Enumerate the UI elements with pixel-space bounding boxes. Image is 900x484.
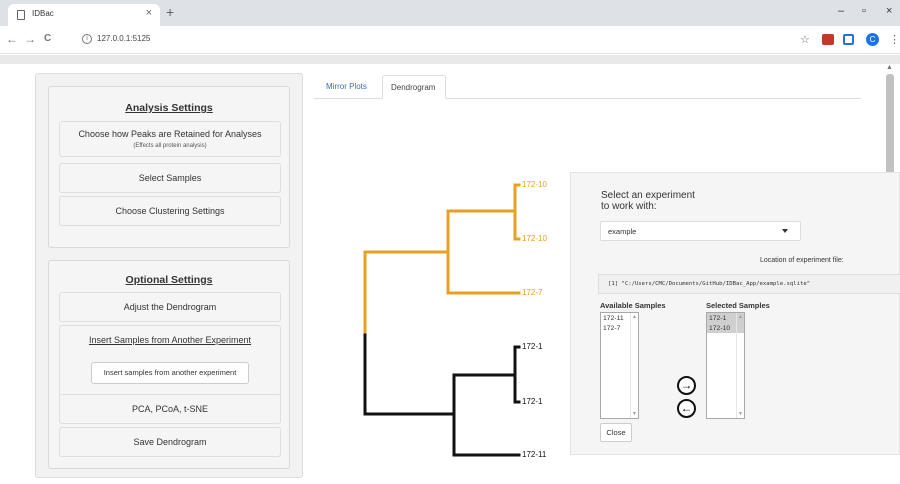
leaf-label: 172-7 (522, 288, 543, 297)
optional-settings-panel: Optional Settings Adjust the Dendrogram … (48, 260, 290, 469)
available-samples-label: Available Samples (600, 301, 666, 310)
selected-samples-list[interactable]: 172-1 172-10 ▲ ▼ (706, 312, 745, 419)
remove-sample-arrow-icon[interactable]: ← (677, 399, 696, 418)
pca-button[interactable]: PCA, PCoA, t-SNE (59, 394, 281, 424)
experiment-select-value: example (608, 227, 637, 236)
forward-button[interactable]: → (24, 32, 36, 46)
leaf-label: 172-1 (522, 397, 543, 406)
minimize-button[interactable]: – (838, 5, 844, 17)
modal-title: Select an experiment to work with: (601, 190, 695, 212)
tab-mirror-plots[interactable]: Mirror Plots (318, 75, 375, 99)
location-output: [1] "C:/Users/CMC/Documents/GitHub/IDBac… (598, 274, 900, 294)
peaks-retained-button[interactable]: Choose how Peaks are Retained for Analys… (59, 121, 281, 157)
insert-samples-modal: Select an experiment to work with: examp… (570, 172, 900, 455)
analysis-settings-heading: Analysis Settings (125, 102, 213, 114)
tab-dendrogram[interactable]: Dendrogram (382, 75, 446, 99)
page-header-band (0, 55, 900, 64)
tab-title: IDBac (32, 9, 54, 18)
sidebar: Analysis Settings Choose how Peaks are R… (35, 73, 303, 478)
clustering-settings-button[interactable]: Choose Clustering Settings (59, 196, 281, 226)
chevron-down-icon (782, 229, 788, 233)
browser-tab[interactable]: IDBac × (8, 4, 160, 26)
window-close-button[interactable]: × (886, 5, 892, 17)
reload-button[interactable]: C (44, 33, 51, 44)
info-icon[interactable]: i (82, 34, 92, 44)
location-label: Location of experiment file: (760, 257, 844, 264)
experiment-select[interactable]: example (600, 221, 801, 241)
extension-blue-icon[interactable] (843, 34, 854, 45)
save-dendrogram-button[interactable]: Save Dendrogram (59, 427, 281, 457)
scroll-down-icon[interactable]: ▼ (632, 411, 637, 417)
extension-red-icon[interactable] (822, 34, 834, 45)
insert-samples-heading[interactable]: Insert Samples from Another Experiment (60, 335, 280, 345)
modal-title-line2: to work with: (601, 201, 657, 212)
scroll-up-icon[interactable]: ▲ (738, 314, 743, 320)
close-button[interactable]: Close (600, 423, 632, 442)
list-scrollbar[interactable]: ▲ ▼ (736, 313, 744, 418)
back-button[interactable]: ← (6, 32, 18, 46)
modal-title-line1: Select an experiment (601, 190, 695, 201)
dendrogram-plot (363, 183, 521, 457)
leaf-label: 172-1 (522, 342, 543, 351)
tab-close-icon[interactable]: × (146, 7, 152, 19)
add-sample-arrow-icon[interactable]: → (677, 376, 696, 395)
leaf-label: 172-10 (522, 234, 547, 243)
select-samples-button[interactable]: Select Samples (59, 163, 281, 193)
bookmark-star-icon[interactable]: ☆ (800, 33, 810, 46)
scroll-up-icon[interactable]: ▲ (886, 64, 893, 71)
analysis-settings-panel: Analysis Settings Choose how Peaks are R… (48, 86, 290, 248)
profile-avatar[interactable]: C (866, 33, 879, 46)
available-samples-list[interactable]: 172-11 172-7 ▲ ▼ (600, 312, 639, 419)
peaks-retained-label: Choose how Peaks are Retained for Analys… (78, 129, 262, 139)
insert-samples-button[interactable]: Insert samples from another experiment (91, 362, 249, 384)
address-bar[interactable]: 127.0.0.1:5125 (97, 34, 150, 43)
leaf-label: 172-11 (522, 450, 547, 459)
optional-settings-heading: Optional Settings (125, 274, 213, 286)
peaks-retained-sublabel: (Effects all protein analysis) (133, 143, 207, 149)
browser-tabstrip: IDBac × + – ▫ × (0, 0, 900, 26)
new-tab-button[interactable]: + (166, 4, 174, 20)
leaf-label: 172-10 (522, 180, 547, 189)
page-icon (17, 10, 25, 20)
browser-toolbar: ← → C i 127.0.0.1:5125 ☆ C ⋮ (0, 26, 900, 54)
scroll-down-icon[interactable]: ▼ (738, 411, 743, 417)
adjust-dendrogram-button[interactable]: Adjust the Dendrogram (59, 292, 281, 322)
scroll-up-icon[interactable]: ▲ (632, 314, 637, 320)
browser-menu-icon[interactable]: ⋮ (889, 33, 900, 46)
maximize-button[interactable]: ▫ (862, 5, 866, 17)
selected-samples-label: Selected Samples (706, 301, 770, 310)
main-tabs: Mirror Plots Dendrogram (314, 75, 861, 99)
list-scrollbar[interactable]: ▲ ▼ (630, 313, 638, 418)
